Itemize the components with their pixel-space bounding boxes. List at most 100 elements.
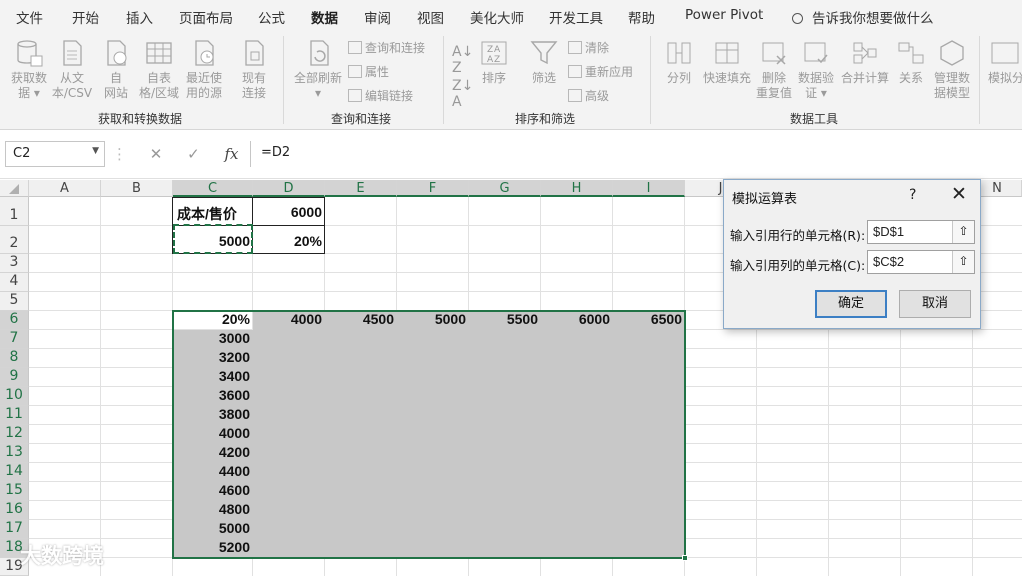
first-col-cell[interactable]: 4800	[173, 501, 253, 517]
column-input-field[interactable]: $C$2 ⇧	[867, 250, 975, 274]
formula-input[interactable]: =D2	[250, 141, 1022, 167]
tab-file[interactable]: 文件	[16, 7, 43, 27]
row-header-8[interactable]: 8	[0, 349, 29, 368]
cancel-button[interactable]: 取消	[899, 290, 971, 318]
edit-links-button[interactable]: 编辑链接	[348, 87, 413, 104]
row-header-10[interactable]: 10	[0, 387, 29, 406]
tab-developer[interactable]: 开发工具	[549, 7, 603, 27]
help-icon[interactable]: ?	[909, 187, 916, 203]
row-header-12[interactable]: 12	[0, 425, 29, 444]
tab-review[interactable]: 审阅	[364, 7, 391, 27]
first-col-cell[interactable]: 3600	[173, 387, 253, 403]
tell-me-search[interactable]: 告诉我你想要做什么	[792, 7, 934, 27]
column-header-i[interactable]: I	[613, 180, 685, 197]
sort-asc-button[interactable]: A↓ Z	[452, 44, 473, 76]
row-header-17[interactable]: 17	[0, 520, 29, 539]
row-header-2[interactable]: 2	[0, 226, 29, 254]
tab-home[interactable]: 开始	[72, 7, 99, 27]
first-col-cell[interactable]: 5200	[173, 539, 253, 555]
existing-connections-button[interactable]: 现有 连接	[236, 38, 272, 101]
clear-button[interactable]: 清除	[568, 39, 609, 56]
column-header-f[interactable]: F	[397, 180, 469, 197]
queries-connections-button[interactable]: 查询和连接	[348, 39, 425, 56]
sort-button[interactable]: ZAAZ 排序	[476, 38, 512, 86]
tab-insert[interactable]: 插入	[126, 7, 153, 27]
header-cell[interactable]: 4000	[253, 311, 325, 327]
ok-button[interactable]: 确定	[815, 290, 887, 318]
from-table-button[interactable]: 自表 格/区域	[136, 38, 182, 101]
recent-sources-button[interactable]: 最近使 用的源	[182, 38, 226, 101]
column-header-c[interactable]: C	[173, 180, 253, 197]
from-web-button[interactable]: 自网站	[98, 38, 134, 101]
row-header-7[interactable]: 7	[0, 330, 29, 349]
collapse-dialog-icon[interactable]: ⇧	[952, 221, 974, 243]
row-header-1[interactable]: 1	[0, 197, 29, 226]
row-header-13[interactable]: 13	[0, 444, 29, 463]
select-all-corner[interactable]	[0, 180, 29, 197]
header-cell[interactable]: 6000	[541, 311, 613, 327]
reapply-button[interactable]: 重新应用	[568, 63, 633, 80]
first-col-cell[interactable]: 4400	[173, 463, 253, 479]
column-header-a[interactable]: A	[29, 180, 101, 197]
tab-view[interactable]: 视图	[417, 7, 444, 27]
row-header-16[interactable]: 16	[0, 501, 29, 520]
column-header-b[interactable]: B	[101, 180, 173, 197]
cell-d2[interactable]: 20%	[253, 233, 325, 249]
first-col-cell[interactable]: 4000	[173, 425, 253, 441]
fill-handle[interactable]	[682, 555, 688, 561]
column-header-d[interactable]: D	[253, 180, 325, 197]
manage-data-model-button[interactable]: 管理数 据模型	[930, 38, 974, 101]
row-header-14[interactable]: 14	[0, 463, 29, 482]
tab-beautify[interactable]: 美化大师	[470, 7, 524, 27]
row-header-15[interactable]: 15	[0, 482, 29, 501]
cell-c2[interactable]: 5000	[173, 233, 253, 249]
sort-desc-button[interactable]: Z↓ A	[452, 78, 473, 110]
insert-function-icon[interactable]: fx	[225, 145, 239, 163]
row-header-3[interactable]: 3	[0, 254, 29, 273]
properties-button[interactable]: 属性	[348, 63, 389, 80]
refresh-all-button[interactable]: 全部刷新 ▾	[290, 38, 346, 101]
first-col-cell[interactable]: 4200	[173, 444, 253, 460]
cell-d1[interactable]: 6000	[253, 204, 325, 220]
row-header-6[interactable]: 6	[0, 311, 29, 330]
what-if-button[interactable]: 模拟分	[988, 38, 1022, 86]
get-data-button[interactable]: 获取数据 ▾	[8, 38, 50, 101]
first-col-cell[interactable]: 3000	[173, 330, 253, 346]
tab-power-pivot[interactable]: Power Pivot	[685, 7, 763, 23]
row-header-5[interactable]: 5	[0, 292, 29, 311]
first-col-cell[interactable]: 3800	[173, 406, 253, 422]
remove-duplicates-button[interactable]: 删除 重复值	[754, 38, 794, 101]
name-box[interactable]: C2 ▼	[5, 141, 105, 167]
first-col-cell[interactable]: 4600	[173, 482, 253, 498]
filter-button[interactable]: 筛选	[524, 38, 564, 86]
collapse-dialog-icon[interactable]: ⇧	[952, 251, 974, 273]
advanced-button[interactable]: 高级	[568, 87, 609, 104]
column-header-h[interactable]: H	[541, 180, 613, 197]
tab-formulas[interactable]: 公式	[258, 7, 285, 27]
tab-data[interactable]: 数据	[311, 7, 338, 33]
first-col-cell[interactable]: 3400	[173, 368, 253, 384]
text-to-columns-button[interactable]: 分列	[662, 38, 696, 86]
header-cell[interactable]: 6500	[613, 311, 685, 327]
header-cell[interactable]: 5000	[397, 311, 469, 327]
data-validation-button[interactable]: 数据验证 ▾	[796, 38, 836, 101]
close-icon[interactable]: ✕	[951, 183, 967, 205]
flash-fill-button[interactable]: 快速填充	[700, 38, 754, 86]
consolidate-button[interactable]: 合并计算	[838, 38, 892, 86]
row-input-field[interactable]: $D$1 ⇧	[867, 220, 975, 244]
first-col-cell[interactable]: 3200	[173, 349, 253, 365]
relationships-button[interactable]: 关系	[894, 38, 928, 86]
cell-c6[interactable]: 20%	[173, 311, 253, 327]
cell-c1[interactable]: 成本/售价	[174, 204, 240, 224]
cancel-icon[interactable]: ✕	[150, 145, 163, 163]
row-header-9[interactable]: 9	[0, 368, 29, 387]
enter-check-icon[interactable]: ✓	[187, 145, 200, 163]
from-csv-button[interactable]: 从文 本/CSV	[50, 38, 94, 101]
row-header-4[interactable]: 4	[0, 273, 29, 292]
chevron-down-icon[interactable]: ▼	[92, 146, 99, 156]
header-cell[interactable]: 4500	[325, 311, 397, 327]
column-header-e[interactable]: E	[325, 180, 397, 197]
column-header-g[interactable]: G	[469, 180, 541, 197]
header-cell[interactable]: 5500	[469, 311, 541, 327]
tab-page-layout[interactable]: 页面布局	[179, 7, 233, 27]
